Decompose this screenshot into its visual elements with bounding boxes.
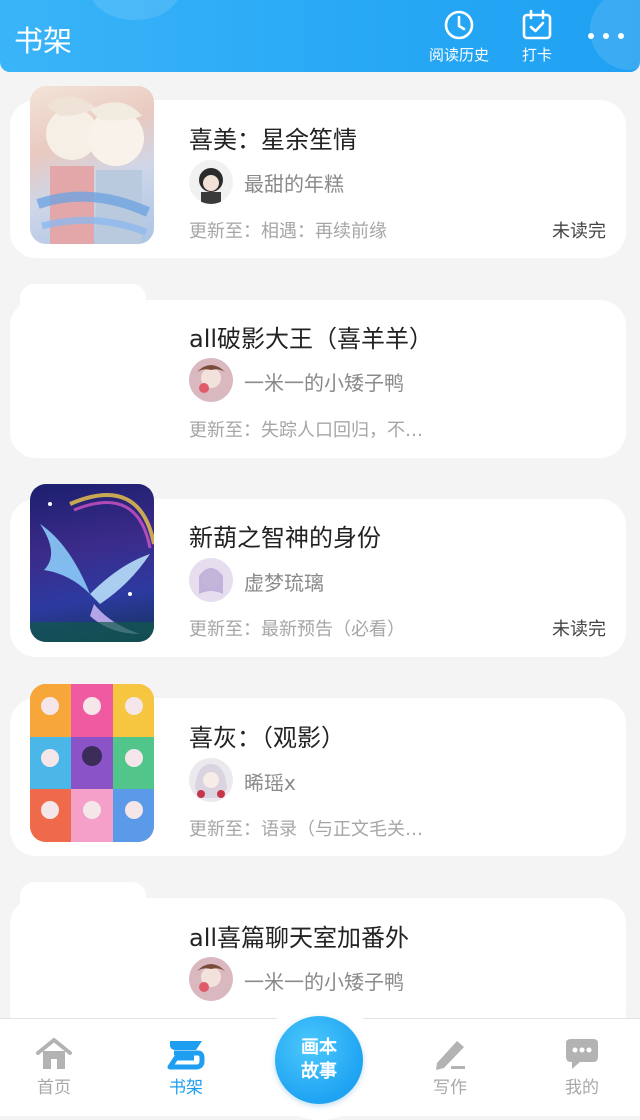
update-info: 更新至：语录（与正文毛关… — [189, 819, 423, 840]
nav-bookshelf-label: 书架 — [169, 1078, 203, 1098]
picture-story-button[interactable]: 画本 故事 — [275, 1016, 363, 1104]
update-info: 更新至：最新预告（必看） — [189, 619, 405, 640]
avatar-image — [199, 168, 223, 204]
pencil-icon — [436, 1041, 465, 1070]
nav-write[interactable]: 写作 — [400, 1019, 500, 1098]
picture-story-label-line2: 故事 — [301, 1061, 337, 1082]
update-info: 更新至：相遇：再续前缘 — [189, 221, 387, 242]
book-cover-illustration — [36, 96, 151, 244]
book-title[interactable]: 喜美：星余笙情 — [189, 120, 357, 155]
avatar-image — [189, 758, 233, 802]
author-name: 晞瑶x — [244, 771, 296, 795]
author-avatar[interactable] — [189, 558, 233, 602]
book-cover[interactable] — [30, 684, 154, 842]
nav-home[interactable]: 首页 — [4, 1019, 104, 1098]
book-cover[interactable] — [30, 86, 154, 244]
book-title[interactable]: all破影大王（喜羊羊） — [189, 319, 433, 354]
author-name: 最甜的年糕 — [244, 172, 344, 196]
more-menu-icon[interactable] — [586, 24, 626, 48]
top-bar: 书架 阅读历史 打卡 — [0, 0, 640, 72]
avatar-image — [189, 558, 233, 602]
checkin-label: 打卡 — [521, 46, 552, 64]
clock-icon — [444, 10, 474, 40]
picture-story-label-line1: 画本 — [301, 1037, 337, 1058]
nav-bookshelf[interactable]: 书架 — [136, 1019, 236, 1098]
header-bubble-decoration — [90, 0, 180, 20]
bookshelf-icon — [167, 1041, 205, 1070]
book-title[interactable]: 新葫之智神的身份 — [189, 518, 381, 553]
author-name: 一米一的小矮子鸭 — [244, 371, 404, 395]
avatar-image — [189, 358, 233, 402]
page-title: 书架 — [14, 24, 73, 58]
author-avatar[interactable] — [189, 160, 233, 204]
book-cover-illustration — [30, 493, 154, 642]
nav-write-label: 写作 — [433, 1078, 467, 1098]
calendar-check-icon — [522, 9, 552, 40]
avatar-image — [189, 957, 233, 1001]
update-info: 更新至：失踪人口回归，不… — [189, 420, 423, 441]
reading-history-button[interactable]: 阅读历史 — [424, 8, 494, 65]
checkin-button[interactable]: 打卡 — [512, 8, 562, 65]
read-status: 未读完 — [552, 619, 606, 640]
book-title[interactable]: 喜灰：（观影） — [189, 718, 345, 753]
author-avatar[interactable] — [189, 758, 233, 802]
book-cover[interactable] — [30, 484, 154, 642]
reading-history-label: 阅读历史 — [428, 46, 489, 64]
author-avatar[interactable] — [189, 358, 233, 402]
nav-mine[interactable]: 我的 — [532, 1019, 632, 1098]
author-name: 虚梦琉璃 — [244, 571, 324, 595]
nav-home-label: 首页 — [37, 1078, 71, 1098]
author-name: 一米一的小矮子鸭 — [244, 970, 404, 994]
author-avatar[interactable] — [189, 957, 233, 1001]
chat-bubble-icon — [566, 1039, 598, 1069]
book-cover-illustration — [30, 684, 154, 842]
read-status: 未读完 — [552, 221, 606, 242]
book-title[interactable]: all喜篇聊天室加番外 — [189, 918, 409, 953]
nav-mine-label: 我的 — [565, 1078, 599, 1098]
home-icon — [36, 1038, 72, 1069]
